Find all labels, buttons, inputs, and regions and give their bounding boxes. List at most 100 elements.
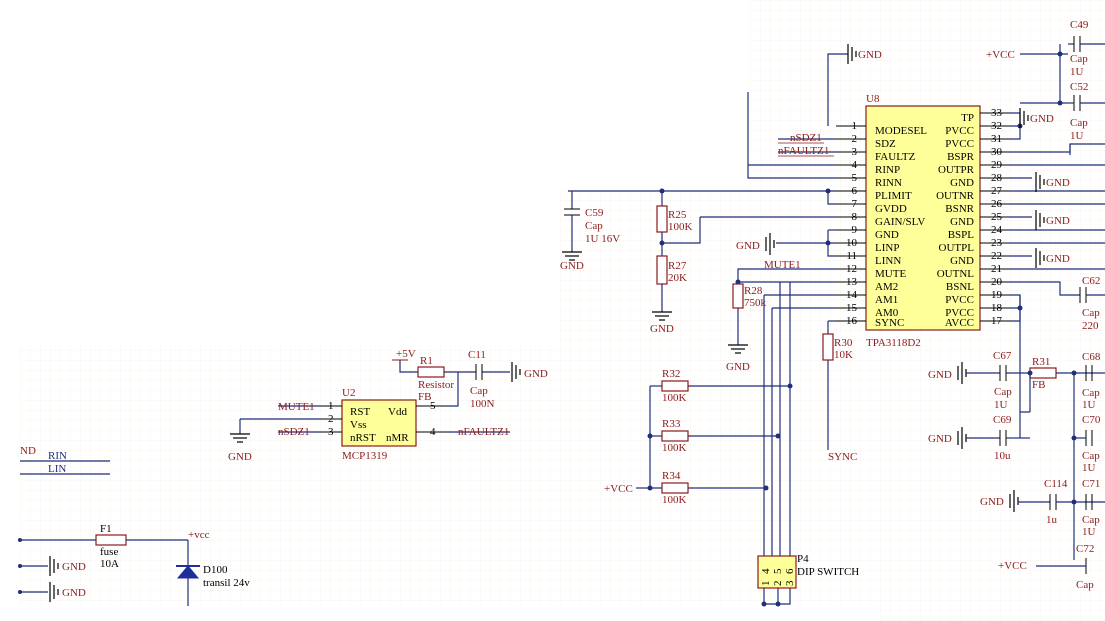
svg-text:C11: C11 xyxy=(468,349,486,361)
svg-text:3: 3 xyxy=(784,580,796,586)
svg-text:GND: GND xyxy=(950,255,974,267)
svg-text:2: 2 xyxy=(852,133,858,145)
svg-text:1U: 1U xyxy=(1082,399,1096,411)
svg-text:GND: GND xyxy=(858,49,882,61)
net-label-nfaultz1-u2: nFAULTZ1 xyxy=(458,426,509,438)
svg-text:31: 31 xyxy=(991,133,1002,145)
svg-text:27: 27 xyxy=(991,185,1003,197)
svg-text:2: 2 xyxy=(772,581,784,587)
svg-text:GND: GND xyxy=(62,587,86,599)
svg-text:AM1: AM1 xyxy=(875,294,898,306)
svg-text:3: 3 xyxy=(852,146,858,158)
schematic-sheet: U8 TPA3118D2 1 2 3 4 5 6 7 8 9 10 11 12 … xyxy=(18,0,1105,621)
svg-text:BSPL: BSPL xyxy=(948,229,975,241)
svg-text:Cap: Cap xyxy=(1070,117,1088,129)
svg-text:17: 17 xyxy=(991,315,1003,327)
net-label-nsdz1-u2: nSDZ1 xyxy=(278,426,310,438)
svg-text:RINN: RINN xyxy=(875,177,902,189)
svg-text:20K: 20K xyxy=(668,272,687,284)
svg-text:GND: GND xyxy=(980,496,1004,508)
svg-text:1U 16V: 1U 16V xyxy=(585,233,620,245)
svg-text:BSNL: BSNL xyxy=(946,281,974,293)
u8-right-pin-numbers: 33 32 31 30 29 28 27 26 25 24 23 22 21 2… xyxy=(991,107,1003,327)
svg-text:R25: R25 xyxy=(668,209,687,221)
vcc-label-bottom: +VCC xyxy=(998,560,1027,572)
svg-text:1: 1 xyxy=(328,400,334,412)
svg-text:OUTPR: OUTPR xyxy=(938,164,975,176)
svg-text:GND: GND xyxy=(1046,177,1070,189)
svg-text:14: 14 xyxy=(846,289,858,301)
svg-text:9: 9 xyxy=(852,224,858,236)
svg-text:1: 1 xyxy=(760,581,772,587)
svg-text:1U: 1U xyxy=(1070,66,1084,78)
svg-text:1U: 1U xyxy=(994,399,1008,411)
svg-text:SDZ: SDZ xyxy=(875,138,896,150)
svg-text:LINP: LINP xyxy=(875,242,899,254)
vcc-label-top: +VCC xyxy=(986,49,1015,61)
svg-text:Cap: Cap xyxy=(585,220,603,232)
svg-text:3: 3 xyxy=(328,426,334,438)
svg-text:10A: 10A xyxy=(100,558,119,570)
svg-text:12: 12 xyxy=(846,263,857,275)
svg-text:Cap: Cap xyxy=(1070,53,1088,65)
svg-text:GND: GND xyxy=(928,369,952,381)
svg-text:BSPR: BSPR xyxy=(947,151,975,163)
svg-text:6: 6 xyxy=(852,185,858,197)
svg-text:AM2: AM2 xyxy=(875,281,898,293)
svg-text:C67: C67 xyxy=(993,350,1012,362)
svg-text:BSNR: BSNR xyxy=(945,203,974,215)
svg-text:10u: 10u xyxy=(994,450,1011,462)
svg-text:16: 16 xyxy=(846,315,858,327)
svg-text:OUTPL: OUTPL xyxy=(939,242,975,254)
u8-part: TPA3118D2 xyxy=(866,337,921,349)
svg-text:1U: 1U xyxy=(1070,130,1084,142)
svg-text:R33: R33 xyxy=(662,418,681,430)
svg-text:C70: C70 xyxy=(1082,414,1101,426)
svg-text:10: 10 xyxy=(846,237,858,249)
svg-text:6: 6 xyxy=(784,568,796,574)
vcc-label-fuse: +vcc xyxy=(188,529,210,541)
svg-text:100K: 100K xyxy=(662,442,687,454)
svg-text:RST: RST xyxy=(350,406,370,418)
svg-text:F1: F1 xyxy=(100,523,112,535)
net-label-mute1-u2: MUTE1 xyxy=(278,401,315,413)
svg-text:GND: GND xyxy=(650,323,674,335)
svg-text:GND: GND xyxy=(560,260,584,272)
svg-text:SYNC: SYNC xyxy=(875,317,904,329)
svg-text:+VCC: +VCC xyxy=(986,49,1015,61)
svg-text:11: 11 xyxy=(846,250,857,262)
svg-text:TP: TP xyxy=(961,112,974,124)
v5-label: +5V xyxy=(396,348,416,360)
svg-text:FB: FB xyxy=(418,391,431,403)
svg-text:GND: GND xyxy=(62,561,86,573)
net-label-sync: SYNC xyxy=(828,451,857,463)
svg-text:28: 28 xyxy=(991,172,1003,184)
svg-text:15: 15 xyxy=(846,302,858,314)
svg-text:GND: GND xyxy=(228,451,252,463)
svg-text:C62: C62 xyxy=(1082,275,1100,287)
svg-text:R27: R27 xyxy=(668,260,687,272)
svg-text:Cap: Cap xyxy=(470,385,488,397)
svg-text:U2: U2 xyxy=(342,387,355,399)
resistor-r30[interactable]: R30 10K xyxy=(822,333,853,361)
svg-text:GND: GND xyxy=(1046,253,1070,265)
svg-text:C49: C49 xyxy=(1070,19,1089,31)
resistor-r28[interactable]: R28 750k xyxy=(732,283,767,309)
svg-text:29: 29 xyxy=(991,159,1003,171)
svg-text:100K: 100K xyxy=(662,392,687,404)
vcc-label-dip: +VCC xyxy=(604,483,633,495)
svg-text:C69: C69 xyxy=(993,414,1012,426)
svg-text:FB: FB xyxy=(1032,379,1045,391)
net-label-nfaultz1-u8: nFAULTZ1 xyxy=(778,145,829,157)
svg-text:P4: P4 xyxy=(797,553,809,565)
svg-text:OUTNL: OUTNL xyxy=(937,268,975,280)
svg-text:GND: GND xyxy=(950,216,974,228)
svg-text:2: 2 xyxy=(328,413,334,425)
svg-text:C52: C52 xyxy=(1070,81,1088,93)
svg-text:FAULTZ: FAULTZ xyxy=(875,151,916,163)
svg-text:PVCC: PVCC xyxy=(945,125,974,137)
svg-text:1U: 1U xyxy=(1082,462,1096,474)
svg-text:23: 23 xyxy=(991,237,1003,249)
svg-text:GND: GND xyxy=(950,177,974,189)
svg-text:4: 4 xyxy=(760,568,772,574)
